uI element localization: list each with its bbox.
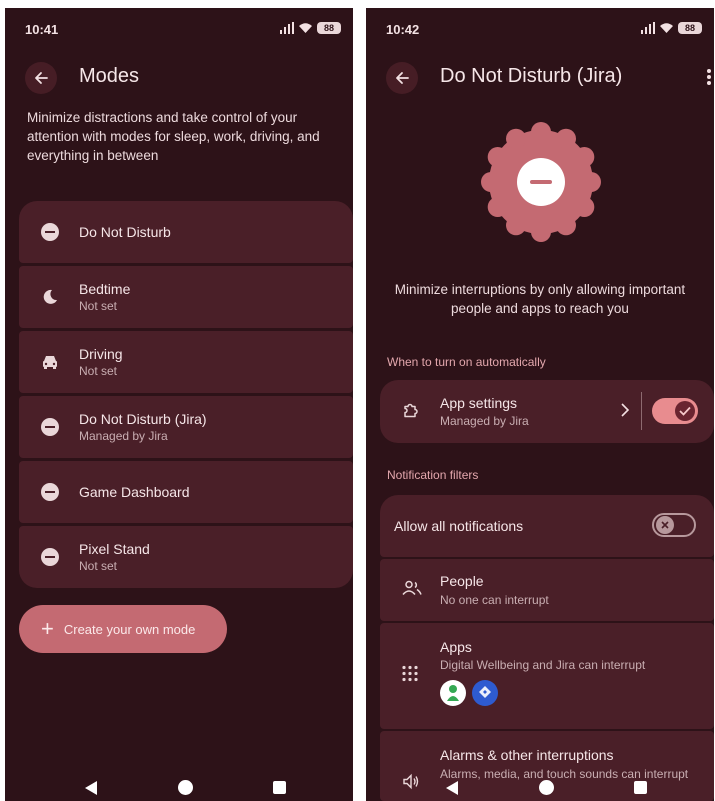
alarms-title: Alarms & other interruptions [440,747,614,763]
wifi-icon [660,23,673,33]
status-bar: 10:41 88 [5,8,353,48]
system-icons: 88 [280,22,341,34]
close-icon [656,516,674,534]
jira-app-icon [472,680,498,706]
mode-subtitle: Not set [79,364,118,378]
car-icon [41,353,59,371]
mode-subtitle: Managed by Jira [79,429,168,443]
mode-item-bedtime[interactable]: Bedtime Not set [19,266,353,328]
back-button[interactable] [25,62,57,94]
dnd-icon [41,483,59,501]
status-time: 10:42 [386,22,420,37]
section-header-automatic: When to turn on automatically [387,355,546,369]
puzzle-icon [402,400,420,423]
app-settings-subtitle: Managed by Jira [440,414,529,428]
navigation-bar [366,775,714,801]
wifi-icon [299,23,312,33]
people-title: People [440,573,484,589]
allow-all-title: Allow all notifications [394,518,524,534]
nav-home-icon[interactable] [178,780,193,795]
page-title: Modes [79,65,140,87]
moon-icon [41,288,59,306]
apps-row[interactable]: Apps Digital Wellbeing and Jira can inte… [380,623,714,729]
people-row[interactable]: People No one can interrupt [380,559,714,621]
mode-subtitle: Not set [79,559,118,573]
back-button[interactable] [386,62,418,94]
apps-title: Apps [440,639,472,655]
section-header-filters: Notification filters [387,468,479,482]
nav-recents-icon[interactable] [634,781,647,794]
mode-title: Driving [79,346,123,362]
top-app-bar: Modes [5,60,353,96]
plus-icon: + [41,616,54,641]
check-icon [675,401,695,421]
mode-description: Minimize interruptions by only allowing … [394,282,686,316]
mode-item-do-not-disturb-jira[interactable]: Do Not Disturb (Jira) Managed by Jira [19,396,353,458]
mode-title: Bedtime [79,281,131,297]
dnd-icon [41,418,59,436]
more-options-icon[interactable] [706,68,712,86]
nav-recents-icon[interactable] [273,781,286,794]
app-settings-title: App settings [440,395,518,411]
status-time: 10:41 [25,22,59,37]
arrow-back-icon [396,72,409,84]
mode-title: Pixel Stand [79,541,150,557]
app-settings-row[interactable]: App settings Managed by Jira [380,380,714,443]
mode-item-game-dashboard[interactable]: Game Dashboard [19,461,353,523]
battery-icon: 88 [317,22,341,34]
modes-screen: 10:41 88 Modes Minimize distractions and… [5,8,353,801]
mode-badge [479,120,603,244]
allow-all-toggle[interactable] [652,513,696,537]
app-settings-toggle[interactable] [652,398,698,424]
dnd-icon [41,223,59,241]
mode-title: Do Not Disturb [79,224,171,240]
navigation-bar [5,775,353,801]
apps-subtitle: Digital Wellbeing and Jira can interrupt [440,658,646,672]
page-title: Do Not Disturb (Jira) [440,65,623,87]
people-icon [402,580,422,601]
page-description: Minimize distractions and take control o… [27,110,320,163]
top-app-bar: Do Not Disturb (Jira) [366,60,714,96]
modes-list: Do Not Disturb Bedtime Not set Driving N… [19,201,353,588]
arrow-back-icon [35,72,48,84]
mode-title: Game Dashboard [79,484,190,500]
battery-icon: 88 [678,22,702,34]
signal-icon [641,22,655,34]
nav-back-icon[interactable] [446,781,458,795]
status-bar: 10:42 88 [366,8,714,48]
dnd-icon [41,548,59,566]
nav-back-icon[interactable] [85,781,97,795]
system-icons: 88 [641,22,702,34]
dnd-icon [517,158,565,206]
mode-title: Do Not Disturb (Jira) [79,411,207,427]
people-subtitle: No one can interrupt [440,593,549,607]
mode-item-do-not-disturb[interactable]: Do Not Disturb [19,201,353,263]
signal-icon [280,22,294,34]
mode-subtitle: Not set [79,299,118,313]
mode-item-driving[interactable]: Driving Not set [19,331,353,393]
digital-wellbeing-app-icon [440,680,466,706]
chevron-right-icon [621,403,630,417]
create-mode-button[interactable]: + Create your own mode [19,605,227,653]
divider [641,392,642,430]
mode-detail-screen: 10:42 88 Do Not Disturb (Jira) Minimize … [366,8,714,801]
apps-grid-icon [402,665,418,687]
allow-all-notifications-row[interactable]: Allow all notifications [380,495,714,557]
create-mode-label: Create your own mode [63,621,196,637]
mode-item-pixel-stand[interactable]: Pixel Stand Not set [19,526,353,588]
nav-home-icon[interactable] [539,780,554,795]
